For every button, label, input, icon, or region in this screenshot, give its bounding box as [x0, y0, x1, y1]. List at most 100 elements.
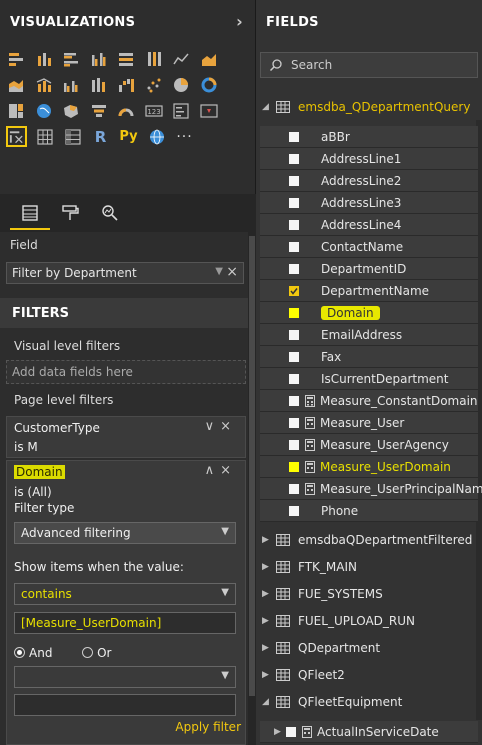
field-checkbox[interactable] [289, 131, 299, 142]
field-checkbox[interactable] [289, 461, 299, 472]
field-row-highlighted[interactable]: Domain [260, 302, 478, 324]
waterfall-icon[interactable] [116, 74, 137, 95]
filter-type-select[interactable]: Advanced filtering ▼ [14, 522, 236, 544]
kpi-icon[interactable] [199, 100, 220, 121]
line-chart-icon[interactable] [171, 48, 192, 69]
field-row[interactable]: DepartmentID [260, 258, 478, 280]
ribbon-icon[interactable] [89, 74, 110, 95]
field-checkbox[interactable] [286, 726, 296, 737]
field-row[interactable]: DepartmentName [260, 280, 478, 302]
table-row[interactable]: ▶ QFleet2 [256, 661, 482, 688]
clustered-bar-icon[interactable] [61, 48, 82, 69]
collapsed-chevron-icon[interactable]: ▶ [274, 727, 286, 737]
field-row[interactable]: AddressLine3 [260, 192, 478, 214]
field-row[interactable]: AddressLine4 [260, 214, 478, 236]
table-icon[interactable] [34, 126, 55, 147]
100pct-bar-icon[interactable] [116, 48, 137, 69]
collapsed-chevron-icon[interactable]: ▶ [262, 535, 276, 545]
collapse-chevron-icon[interactable]: ∨ [205, 419, 221, 434]
gauge-icon[interactable] [116, 100, 137, 121]
collapsed-chevron-icon[interactable]: ▶ [262, 643, 276, 653]
collapse-chevron-icon[interactable]: › [236, 12, 243, 31]
clear-filter-close-icon[interactable]: × [220, 419, 237, 434]
operand-input[interactable]: [Measure_UserDomain] [14, 612, 236, 634]
expand-chevron-up-icon[interactable]: ∧ [205, 463, 221, 478]
second-operand-input[interactable] [14, 694, 236, 716]
collapsed-chevron-icon[interactable]: ▶ [262, 562, 276, 572]
field-row[interactable]: IsCurrentDepartment [260, 368, 478, 390]
field-checkbox[interactable] [289, 483, 299, 494]
matrix-icon[interactable] [62, 126, 83, 147]
operator-dropdown-icon[interactable]: ▼ [221, 587, 229, 598]
table-row[interactable]: ▶ QDepartment [256, 634, 482, 661]
measure-row[interactable]: Measure_UserPrincipalName [260, 478, 482, 500]
field-row[interactable]: aBBr [260, 126, 478, 148]
field-checkbox[interactable] [289, 241, 299, 252]
field-checkbox[interactable] [289, 263, 299, 274]
collapsed-chevron-icon[interactable]: ▶ [262, 589, 276, 599]
funnel-icon[interactable] [89, 100, 110, 121]
second-operator-select[interactable]: ▼ [14, 666, 236, 688]
analytics-magnifier-icon[interactable] [98, 201, 122, 225]
field-checkbox[interactable] [289, 439, 299, 450]
globe-icon[interactable] [146, 126, 167, 147]
field-dropdown-chevron-icon[interactable]: ▼ [215, 266, 223, 277]
stacked-area-icon[interactable] [6, 74, 27, 95]
field-row[interactable]: ContactName [260, 236, 478, 258]
field-checkbox[interactable] [289, 351, 299, 362]
table-row[interactable]: ◢ emsdba_QDepartmentQuery [256, 96, 482, 118]
field-checkbox[interactable] [289, 395, 299, 406]
collapsed-chevron-icon[interactable]: ▶ [262, 616, 276, 626]
measure-row-highlighted[interactable]: Measure_UserDomain [260, 456, 478, 478]
left-scrollbar[interactable] [248, 232, 256, 745]
field-row[interactable]: AddressLine2 [260, 170, 478, 192]
slicer-icon[interactable] [6, 126, 27, 147]
stacked-bar-icon[interactable] [6, 48, 27, 69]
apply-filter-button[interactable]: Apply filter [175, 720, 241, 734]
line-column-icon[interactable] [34, 74, 55, 95]
treemap-icon[interactable] [6, 100, 27, 121]
field-checkbox[interactable] [289, 219, 299, 230]
field-checkbox[interactable] [289, 153, 299, 164]
area-chart-icon[interactable] [199, 48, 220, 69]
left-scrollbar-thumb[interactable] [249, 236, 255, 696]
filter-type-dropdown-icon[interactable]: ▼ [221, 526, 229, 537]
add-data-fields-dropzone[interactable]: Add data fields here [6, 360, 246, 384]
donut-icon[interactable] [199, 74, 220, 95]
measure-row[interactable]: Measure_User [260, 412, 478, 434]
field-checkbox[interactable] [289, 417, 299, 428]
line-clustered-icon[interactable] [61, 74, 82, 95]
clustered-column-icon[interactable] [89, 48, 110, 69]
collapsed-chevron-icon[interactable]: ▶ [262, 670, 276, 680]
fields-tab-icon[interactable] [18, 201, 42, 225]
100pct-column-icon[interactable] [144, 48, 165, 69]
field-checkbox[interactable] [289, 197, 299, 208]
operator-select[interactable]: contains ▼ [14, 583, 236, 605]
field-checkbox[interactable] [289, 175, 299, 186]
card-icon[interactable]: 123 [144, 100, 165, 121]
field-checkbox[interactable] [289, 307, 299, 318]
table-row[interactable]: ▶ FTK_MAIN [256, 553, 482, 580]
field-row[interactable]: Fax [260, 346, 478, 368]
remove-field-close-icon[interactable]: × [226, 264, 238, 280]
map-icon[interactable] [34, 100, 55, 121]
field-checkbox[interactable] [289, 373, 299, 384]
fields-search-box[interactable]: Search [260, 52, 478, 78]
or-radio[interactable] [82, 647, 94, 658]
field-row[interactable]: AddressLine1 [260, 148, 478, 170]
multirow-card-icon[interactable] [171, 100, 192, 121]
pie-chart-icon[interactable] [171, 74, 192, 95]
filter-card-domain[interactable]: Domain ∧× is (All) Filter type Advanced … [6, 460, 246, 745]
measure-row[interactable]: Measure_UserAgency [260, 434, 478, 456]
field-well-item[interactable]: Filter by Department ▼ × [6, 262, 244, 284]
more-icon[interactable]: ··· [174, 126, 195, 147]
format-paint-roller-icon[interactable] [58, 201, 82, 225]
python-visual-icon[interactable]: Py [118, 126, 139, 147]
table-row[interactable]: ◢ QFleetEquipment [256, 688, 482, 715]
expanded-chevron-icon[interactable]: ◢ [262, 102, 276, 112]
second-operator-dropdown-icon[interactable]: ▼ [221, 670, 229, 681]
measure-row[interactable]: ▶ ActualInServiceDate [260, 721, 478, 743]
stacked-column-icon[interactable] [34, 48, 55, 69]
table-row[interactable]: ▶ FUE_SYSTEMS [256, 580, 482, 607]
filter-card-customertype[interactable]: CustomerType ∨× is M [6, 416, 246, 458]
